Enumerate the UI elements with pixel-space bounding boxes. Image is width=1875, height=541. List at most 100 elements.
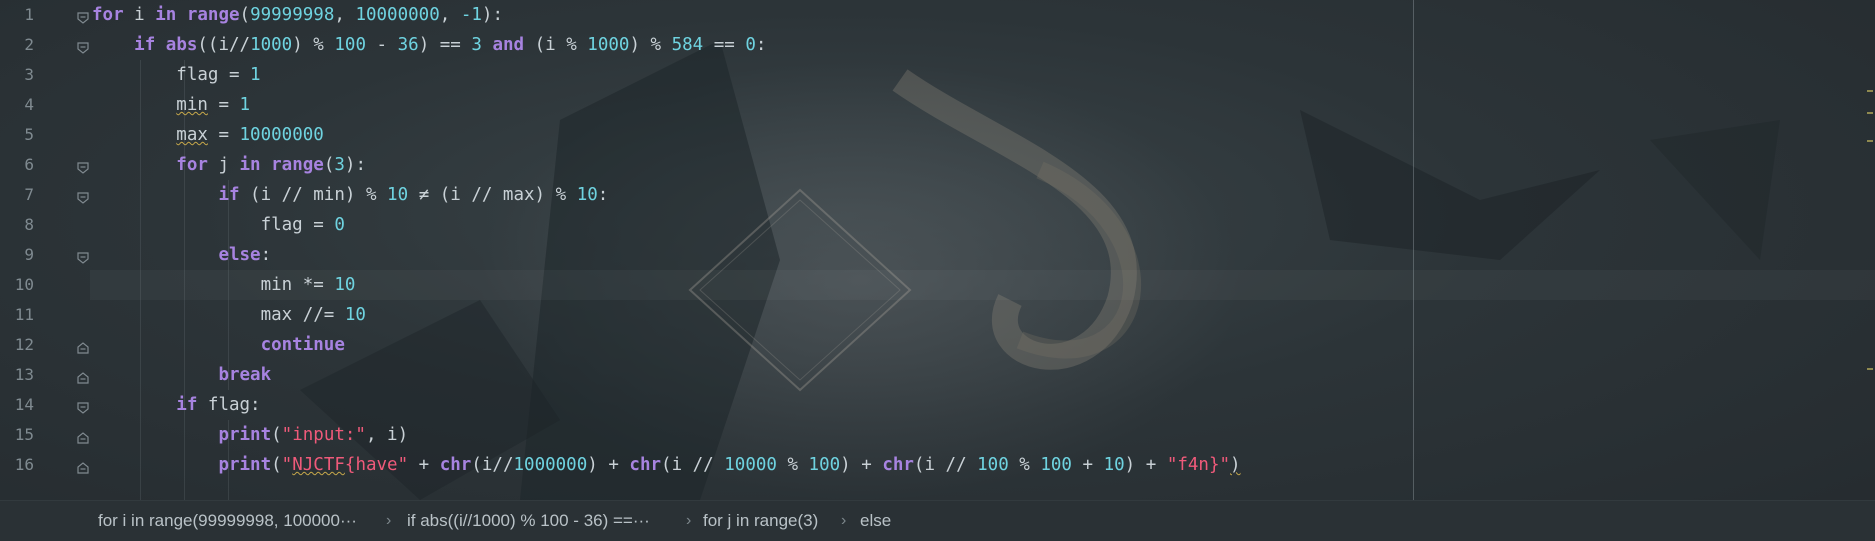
code-line[interactable]: for j in range(3):: [92, 150, 366, 180]
warning-marker[interactable]: [1867, 90, 1873, 92]
code-token: print: [218, 425, 272, 445]
breadcrumb-item-for-j[interactable]: for j in range(3): [703, 501, 818, 541]
code-token: in: [239, 155, 261, 175]
code-token: in: [155, 5, 177, 25]
code-token: 99999998: [250, 5, 335, 25]
code-token: :: [755, 35, 767, 55]
code-token: min *=: [92, 275, 335, 295]
code-token: range: [186, 5, 240, 25]
code-token: 10: [387, 185, 409, 205]
code-token: ((i//: [197, 35, 251, 55]
code-token: (i %: [524, 35, 588, 55]
fold-open-icon[interactable]: [77, 9, 89, 24]
fold-close-icon[interactable]: [77, 459, 89, 474]
code-line[interactable]: flag = 0: [92, 210, 345, 240]
code-token: 584: [671, 35, 704, 55]
code-line[interactable]: min *= 10: [92, 270, 356, 300]
breadcrumb-item-if-abs[interactable]: if abs((i//1000) % 100 - 36) ==···: [407, 501, 650, 541]
code-token: 3: [471, 35, 482, 55]
fold-open-icon[interactable]: [77, 189, 89, 204]
line-number: 1: [24, 5, 34, 24]
code-line[interactable]: for i in range(99999998, 10000000, -1):: [92, 0, 503, 30]
code-token: 1: [250, 65, 261, 85]
code-token: (: [271, 455, 282, 475]
code-token: 100: [334, 35, 366, 55]
line-number: 7: [24, 185, 34, 204]
breadcrumb: for i in range(99999998, 100000··· › if …: [0, 500, 1875, 541]
code-line[interactable]: flag = 1: [92, 60, 261, 90]
line-number: 16: [14, 455, 34, 474]
code-line[interactable]: else:: [92, 240, 271, 270]
code-token: =: [207, 125, 240, 145]
code-line[interactable]: if abs((i//1000) % 100 - 36) == 3 and (i…: [92, 30, 766, 60]
fold-open-icon[interactable]: [77, 159, 89, 174]
code-token: ) %: [629, 35, 672, 55]
code-line[interactable]: max = 10000000: [92, 120, 324, 150]
right-margin-guide: [1413, 0, 1414, 500]
code-token: ) +: [587, 455, 630, 475]
code-line[interactable]: max //= 10: [92, 300, 366, 330]
fold-close-icon[interactable]: [77, 369, 89, 384]
code-token: chr: [629, 455, 662, 475]
code-token: ": [281, 455, 293, 475]
code-token: j: [207, 155, 240, 175]
code-token: (i // min) %: [239, 185, 388, 205]
chevron-right-icon: ›: [841, 512, 847, 529]
code-token: continue: [260, 335, 345, 355]
code-token: "f4n}": [1166, 455, 1231, 475]
breadcrumb-item-for-i[interactable]: for i in range(99999998, 100000···: [98, 501, 357, 541]
code-token: ) +: [840, 455, 883, 475]
current-line-highlight: [90, 270, 1875, 300]
line-number: 4: [24, 95, 34, 114]
code-token: if: [218, 185, 240, 205]
code-token: {have": [344, 455, 409, 475]
code-line[interactable]: continue: [92, 330, 345, 360]
code-line[interactable]: break: [92, 360, 271, 390]
fold-close-icon[interactable]: [77, 339, 89, 354]
fold-open-icon[interactable]: [77, 399, 89, 414]
code-token: ==: [703, 35, 746, 55]
code-line[interactable]: print("input:", i): [92, 420, 408, 450]
code-token: min: [176, 95, 208, 115]
code-token: (i //: [913, 455, 978, 475]
breadcrumb-item-else[interactable]: else: [860, 501, 891, 541]
line-number: 15: [14, 425, 34, 444]
code-token: if: [134, 35, 156, 55]
code-token: if: [176, 395, 198, 415]
code-token: ) ==: [418, 35, 472, 55]
code-token: , i): [365, 425, 409, 445]
code-line[interactable]: if flag:: [92, 390, 260, 420]
code-line[interactable]: if (i // min) % 10 ≠ (i // max) % 10:: [92, 180, 608, 210]
fold-open-icon[interactable]: [77, 39, 89, 54]
code-token: :: [260, 245, 272, 265]
line-number: 14: [14, 395, 34, 414]
warning-marker[interactable]: [1867, 368, 1873, 370]
code-token: flag =: [92, 65, 251, 85]
code-token: 10: [576, 185, 598, 205]
warning-marker[interactable]: [1867, 112, 1873, 114]
code-line[interactable]: print("NJCTF{have" + chr(i//1000000) + c…: [92, 450, 1240, 480]
code-token: 0: [334, 215, 345, 235]
code-token: 100: [808, 455, 841, 475]
code-token: -: [366, 35, 398, 55]
fold-open-icon[interactable]: [77, 249, 89, 264]
code-token: chr: [882, 455, 914, 475]
line-number: 9: [24, 245, 34, 264]
code-token: 100: [977, 455, 1009, 475]
code-editor[interactable]: 1 2 3 4 5 6 7 8 9 10 11 12 13 14 15 16 for i in range(9…: [0, 0, 1875, 500]
code-token: range: [271, 155, 324, 175]
code-token: for: [92, 5, 124, 25]
fold-close-icon[interactable]: [77, 429, 89, 444]
chevron-right-icon: ›: [686, 512, 692, 529]
code-token: max: [176, 125, 208, 145]
warning-marker[interactable]: [1867, 140, 1873, 142]
code-line[interactable]: min = 1: [92, 90, 250, 120]
vertical-scrollbar[interactable]: [1865, 0, 1875, 500]
code-token: and: [492, 35, 525, 55]
code-token: -1: [460, 5, 482, 25]
line-number: 11: [14, 305, 34, 324]
